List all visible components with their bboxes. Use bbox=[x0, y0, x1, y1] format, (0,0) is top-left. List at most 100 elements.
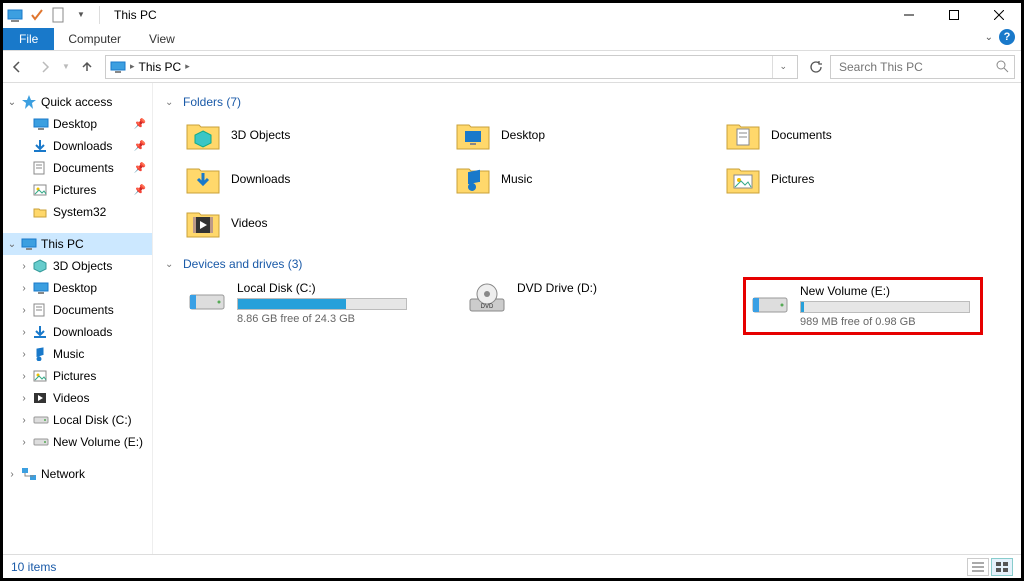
nav-item-downloads[interactable]: Downloads📌 bbox=[3, 135, 152, 157]
nav-item-documents[interactable]: Documents📌 bbox=[3, 157, 152, 179]
folder-label: Music bbox=[501, 172, 532, 186]
chevron-right-icon[interactable]: › bbox=[17, 437, 31, 448]
pin-icon: 📌 bbox=[134, 119, 146, 130]
qat-dropdown-icon[interactable]: ▼ bbox=[73, 7, 89, 23]
title-bar: ▼ This PC bbox=[3, 3, 1021, 27]
folder-label: 3D Objects bbox=[231, 128, 290, 142]
chevron-right-icon[interactable]: › bbox=[17, 327, 31, 338]
folder-label: Videos bbox=[231, 216, 267, 230]
chevron-down-icon[interactable]: ⌄ bbox=[5, 239, 19, 250]
nav-item-pictures[interactable]: Pictures📌 bbox=[3, 179, 152, 201]
minimize-button[interactable] bbox=[886, 3, 931, 27]
chevron-down-icon[interactable]: ⌄ bbox=[5, 97, 19, 108]
chevron-right-icon[interactable]: › bbox=[17, 415, 31, 426]
documents-icon bbox=[33, 161, 51, 175]
pc-icon bbox=[21, 237, 39, 251]
address-history-dropdown[interactable]: ⌄ bbox=[772, 56, 793, 78]
ribbon-collapse-icon[interactable]: ⌄ bbox=[985, 32, 993, 43]
nav-item-3d-objects[interactable]: › 3D Objects bbox=[3, 255, 152, 277]
chevron-right-icon[interactable]: › bbox=[17, 393, 31, 404]
system32-icon bbox=[33, 206, 51, 218]
forward-button[interactable] bbox=[31, 53, 59, 81]
refresh-button[interactable] bbox=[802, 55, 830, 79]
back-button[interactable] bbox=[3, 53, 31, 81]
qat-properties-icon[interactable] bbox=[29, 7, 45, 23]
view-details-button[interactable] bbox=[967, 558, 989, 576]
nav-label: This PC bbox=[41, 237, 84, 251]
nav-item-pictures[interactable]: › Pictures bbox=[3, 365, 152, 387]
drive-dvd-drive-d[interactable]: DVD DVD Drive (D:) bbox=[463, 277, 703, 335]
chevron-right-icon[interactable]: › bbox=[17, 305, 31, 316]
search-box[interactable] bbox=[830, 55, 1015, 79]
group-header-drives[interactable]: ⌄ Devices and drives (3) bbox=[165, 257, 1009, 271]
up-button[interactable] bbox=[73, 53, 101, 81]
chevron-right-icon[interactable]: › bbox=[17, 371, 31, 382]
nav-item-label: Local Disk (C:) bbox=[53, 413, 132, 427]
chevron-right-icon[interactable]: › bbox=[17, 261, 31, 272]
chevron-right-icon[interactable]: ▸ bbox=[185, 61, 190, 72]
chevron-down-icon[interactable]: ⌄ bbox=[165, 97, 183, 108]
nav-item-label: Music bbox=[53, 347, 84, 361]
drive-label: New Volume (E:) bbox=[800, 284, 976, 298]
chevron-right-icon[interactable]: ▸ bbox=[130, 61, 135, 72]
tab-file[interactable]: File bbox=[3, 28, 54, 50]
downloads-icon bbox=[185, 161, 221, 197]
nav-pane: ⌄ Quick access Desktop📌Downloads📌Documen… bbox=[3, 83, 153, 554]
content-pane: ⌄ Folders (7) 3D Objects Desktop Documents… bbox=[153, 83, 1021, 554]
chevron-right-icon[interactable]: › bbox=[17, 283, 31, 294]
nav-item-videos[interactable]: ›Videos bbox=[3, 387, 152, 409]
nav-item-label: Documents bbox=[53, 303, 114, 317]
folder-documents[interactable]: Documents bbox=[723, 115, 953, 155]
folder-videos[interactable]: Videos bbox=[183, 203, 413, 243]
chevron-right-icon[interactable]: › bbox=[5, 469, 19, 480]
nav-item-label: Downloads bbox=[53, 325, 112, 339]
close-button[interactable] bbox=[976, 3, 1021, 27]
nav-network[interactable]: › Network bbox=[3, 463, 152, 485]
nav-item-label: 3D Objects bbox=[53, 259, 112, 273]
music-icon bbox=[455, 161, 491, 197]
search-icon[interactable] bbox=[996, 60, 1009, 73]
documents-icon bbox=[725, 117, 761, 153]
svg-text:DVD: DVD bbox=[481, 304, 494, 310]
recent-dropdown-icon[interactable]: ▼ bbox=[59, 53, 73, 81]
drive-local-disk-c[interactable]: Local Disk (C:)8.86 GB free of 24.3 GB bbox=[183, 277, 423, 335]
nav-item-new-volume-e[interactable]: ›New Volume (E:) bbox=[3, 431, 152, 453]
drive-icon bbox=[187, 281, 227, 321]
folder-label: Pictures bbox=[771, 172, 814, 186]
folder-desktop[interactable]: Desktop bbox=[453, 115, 683, 155]
nav-quick-access[interactable]: ⌄ Quick access bbox=[3, 91, 152, 113]
nav-item-desktop[interactable]: Desktop📌 bbox=[3, 113, 152, 135]
maximize-button[interactable] bbox=[931, 3, 976, 27]
nav-item-label: Pictures bbox=[53, 369, 96, 383]
nav-item-music[interactable]: › Music bbox=[3, 343, 152, 365]
tab-view[interactable]: View bbox=[135, 28, 189, 50]
nav-item-documents[interactable]: › Documents bbox=[3, 299, 152, 321]
nav-item-downloads[interactable]: › Downloads bbox=[3, 321, 152, 343]
group-title: Devices and drives (3) bbox=[183, 257, 302, 271]
chevron-right-icon[interactable]: › bbox=[17, 349, 31, 360]
group-header-folders[interactable]: ⌄ Folders (7) bbox=[165, 95, 1009, 109]
search-input[interactable] bbox=[837, 59, 996, 75]
drive-new-volume-e[interactable]: New Volume (E:)989 MB free of 0.98 GB bbox=[743, 277, 983, 335]
folder-pictures[interactable]: Pictures bbox=[723, 159, 953, 199]
drive-label: DVD Drive (D:) bbox=[517, 281, 699, 295]
breadcrumb-root[interactable]: This PC bbox=[139, 60, 182, 74]
help-icon[interactable]: ? bbox=[999, 29, 1015, 45]
folder-music[interactable]: Music bbox=[453, 159, 683, 199]
qat-new-icon[interactable] bbox=[51, 7, 67, 23]
nav-item-desktop[interactable]: ›Desktop bbox=[3, 277, 152, 299]
pin-icon: 📌 bbox=[134, 185, 146, 196]
view-large-icons-button[interactable] bbox=[991, 558, 1013, 576]
nav-item-system32[interactable]: System32 bbox=[3, 201, 152, 223]
address-bar[interactable]: ▸ This PC ▸ ⌄ bbox=[105, 55, 798, 79]
folder-downloads[interactable]: Downloads bbox=[183, 159, 413, 199]
pin-icon: 📌 bbox=[134, 141, 146, 152]
tab-computer[interactable]: Computer bbox=[54, 28, 135, 50]
nav-label: Network bbox=[41, 467, 85, 481]
nav-item-local-disk-c[interactable]: › Local Disk (C:) bbox=[3, 409, 152, 431]
drive-usage-bar bbox=[800, 301, 970, 313]
folder-3d-objects[interactable]: 3D Objects bbox=[183, 115, 413, 155]
chevron-down-icon[interactable]: ⌄ bbox=[165, 259, 183, 270]
nav-item-label: System32 bbox=[53, 205, 106, 219]
nav-this-pc[interactable]: ⌄ This PC bbox=[3, 233, 152, 255]
